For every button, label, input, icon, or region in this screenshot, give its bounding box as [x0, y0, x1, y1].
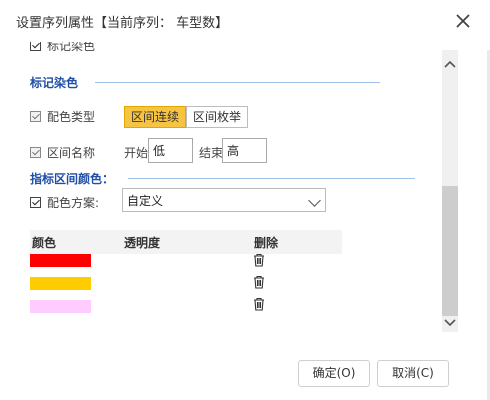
trash-icon[interactable] — [252, 297, 266, 311]
marker-color-checkbox-row[interactable]: 标记染色 — [30, 42, 95, 54]
color-scheme-label: 配色方案: — [47, 196, 100, 210]
series-properties-dialog: 设置序列属性【当前序列： 车型数】 标记染色 标记染色 配色类型 区间连续 区间… — [0, 0, 490, 400]
trash-icon[interactable] — [252, 253, 266, 267]
color-type-label: 配色类型 — [47, 110, 96, 124]
scroll-up-icon[interactable] — [442, 58, 458, 72]
start-label: 开始 — [124, 146, 149, 160]
cancel-button[interactable]: 取消(C) — [377, 360, 449, 387]
color-scheme-row: 配色方案: — [30, 194, 99, 211]
dialog-title: 设置序列属性【当前序列： 车型数】 — [16, 16, 229, 31]
section-title-indicator: 指标区间颜色： — [30, 172, 115, 186]
color-swatch[interactable] — [30, 300, 91, 313]
section-divider — [128, 178, 415, 179]
column-header-delete: 删除 — [254, 236, 279, 250]
color-scheme-select[interactable]: 自定义 — [122, 188, 326, 212]
end-label: 结束 — [199, 146, 224, 160]
scrollbar-thumb[interactable] — [442, 186, 458, 316]
color-swatch[interactable] — [30, 277, 91, 290]
scroll-down-icon[interactable] — [442, 315, 458, 329]
option-interval-enum[interactable]: 区间枚举 — [186, 106, 249, 128]
color-swatch[interactable] — [30, 254, 91, 267]
checkbox-icon[interactable] — [30, 42, 41, 51]
start-input[interactable]: 低 — [148, 138, 193, 163]
trash-icon[interactable] — [252, 275, 266, 289]
title-bar: 设置序列属性【当前序列： 车型数】 — [0, 0, 490, 42]
column-header-opacity: 透明度 — [124, 236, 161, 250]
scroll-content: 标记染色 标记染色 配色类型 区间连续 区间枚举 区间名称 开始 低 结束 高 … — [0, 42, 442, 342]
section-title-marker: 标记染色 — [30, 76, 79, 90]
section-divider — [95, 82, 380, 83]
close-icon[interactable] — [452, 10, 474, 32]
color-type-row: 配色类型 — [30, 108, 95, 125]
ok-button[interactable]: 确定(O) — [298, 360, 370, 387]
column-header-color: 颜色 — [32, 236, 57, 250]
marker-color-label: 标记染色 — [47, 42, 96, 53]
checkbox-icon[interactable] — [30, 147, 41, 158]
chevron-down-icon — [308, 194, 321, 207]
checkbox-icon[interactable] — [30, 197, 41, 208]
end-input[interactable]: 高 — [222, 138, 267, 163]
interval-name-row: 区间名称 — [30, 144, 95, 161]
color-table-header: 颜色 透明度 删除 — [30, 230, 342, 254]
checkbox-icon[interactable] — [30, 111, 41, 122]
option-interval-continuous[interactable]: 区间连续 — [124, 106, 187, 128]
color-scheme-value: 自定义 — [127, 194, 164, 208]
interval-name-label: 区间名称 — [47, 146, 96, 160]
